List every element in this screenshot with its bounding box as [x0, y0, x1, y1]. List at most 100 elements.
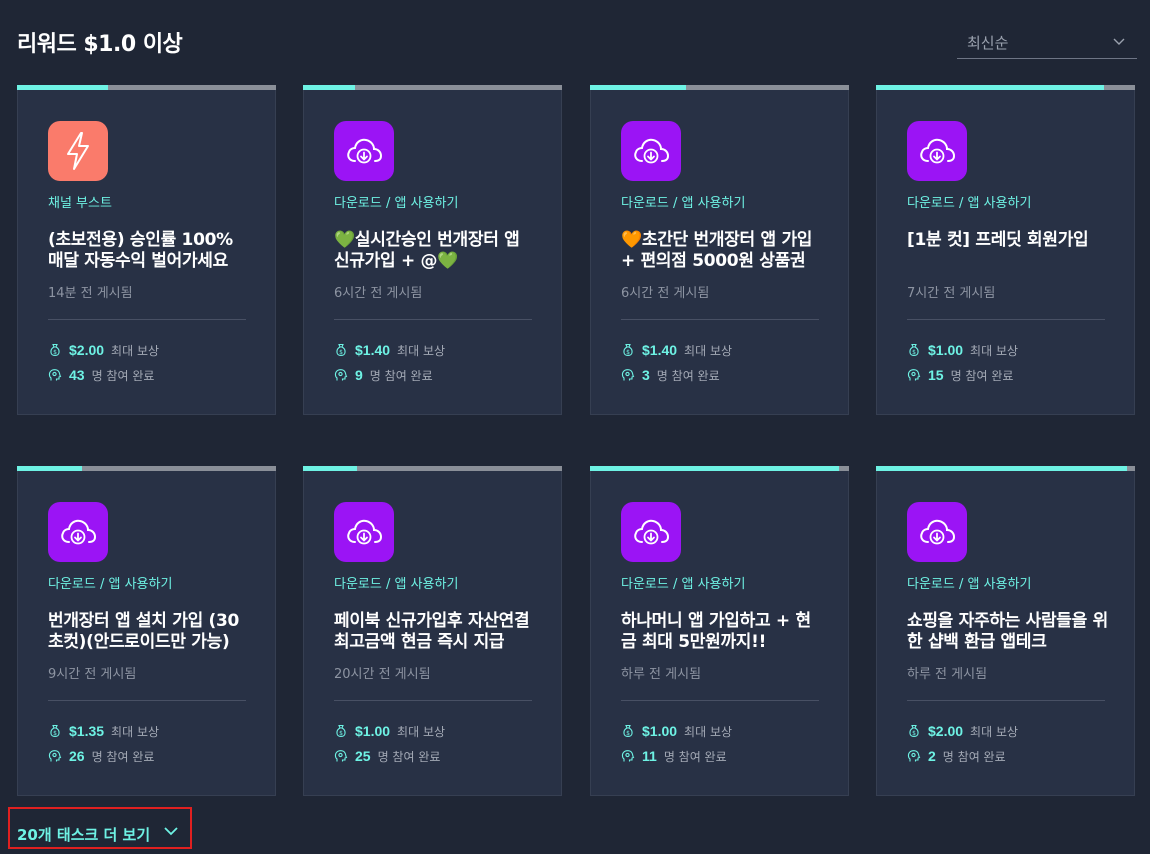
posted-time: 6시간 전 게시됨	[621, 286, 710, 301]
participants-row: 2 명 참여 완료	[907, 747, 1006, 765]
task-category: 채널 부스트	[48, 196, 112, 211]
progress-bar	[17, 85, 276, 90]
cloud-download-icon	[347, 138, 383, 164]
task-category: 다운로드 / 앱 사용하기	[334, 577, 459, 592]
reward-value: $2.00	[928, 723, 964, 739]
task-card[interactable]: 다운로드 / 앱 사용하기 번개장터 앱 설치 가입 (30초컷)(안드로이드만…	[17, 466, 276, 796]
head-gear-icon	[621, 369, 635, 381]
participants-row: 15 명 참여 완료	[907, 366, 1013, 384]
money-bag-icon: $	[50, 343, 60, 357]
participants-row: 26 명 참여 완료	[48, 747, 154, 765]
cloud-download-icon	[920, 519, 956, 545]
progress-fill	[876, 85, 1104, 90]
participants-label: 명 참여 완료	[91, 368, 155, 383]
task-card[interactable]: 채널 부스트 (초보전용) 승인률 100% 매달 자동수익 벌어가세요 14분…	[17, 85, 276, 415]
progress-bar	[303, 466, 562, 471]
cloud-download-icon	[347, 519, 383, 545]
reward-value: $1.00	[642, 723, 678, 739]
divider	[621, 700, 819, 701]
load-more-label: 20개 태스크 더 보기	[17, 826, 151, 844]
svg-text:$: $	[339, 349, 343, 356]
cloud-download-icon	[920, 138, 956, 164]
reward-label: 최대 보상	[397, 343, 446, 358]
cloud-download-icon	[61, 519, 97, 545]
money-bag-icon: $	[336, 343, 346, 357]
posted-time: 9시간 전 게시됨	[48, 667, 137, 682]
task-card[interactable]: 다운로드 / 앱 사용하기 [1분 컷] 프레딧 회원가입 7시간 전 게시됨 …	[876, 85, 1135, 415]
svg-text:$: $	[53, 730, 57, 737]
participants-value: 2	[928, 748, 936, 764]
progress-fill	[303, 85, 355, 90]
chevron-down-icon	[164, 827, 178, 836]
participants-label: 명 참여 완료	[950, 368, 1014, 383]
reward-label: 최대 보상	[111, 724, 160, 739]
task-card[interactable]: 다운로드 / 앱 사용하기 페이북 신규가입후 자산연결 최고금액 현금 즉시 …	[303, 466, 562, 796]
money-bag-icon: $	[909, 343, 919, 357]
task-title: 번개장터 앱 설치 가입 (30초컷)(안드로이드만 가능)	[48, 611, 240, 652]
participants-value: 25	[355, 748, 371, 764]
progress-fill	[590, 466, 839, 471]
head-gear-icon	[907, 750, 921, 762]
posted-time: 7시간 전 게시됨	[907, 286, 996, 301]
divider	[621, 319, 819, 320]
reward-row: $ $1.00 최대 보상	[334, 722, 445, 740]
head-gear-icon	[334, 750, 348, 762]
task-title: [1분 컷] 프레딧 회원가입	[907, 230, 1089, 250]
progress-bar	[590, 466, 849, 471]
task-card[interactable]: 다운로드 / 앱 사용하기 쇼핑을 자주하는 사람들을 위한 샵백 환급 앱테크…	[876, 466, 1135, 796]
task-title: 페이북 신규가입후 자산연결 최고금액 현금 즉시 지급	[334, 611, 530, 652]
reward-value: $1.40	[355, 342, 391, 358]
chevron-down-icon	[1113, 38, 1125, 45]
participants-row: 43 명 참여 완료	[48, 366, 154, 384]
progress-fill	[876, 466, 1128, 471]
cloud-download-icon	[634, 138, 670, 164]
participants-label: 명 참여 완료	[656, 368, 720, 383]
task-card[interactable]: 다운로드 / 앱 사용하기 하나머니 앱 가입하고 + 현금 최대 5만원까지!…	[590, 466, 849, 796]
head-gear-icon	[48, 750, 62, 762]
progress-fill	[303, 466, 358, 471]
participants-row: 9 명 참여 완료	[334, 366, 433, 384]
posted-time: 20시간 전 게시됨	[334, 667, 431, 682]
sort-dropdown[interactable]: 최신순	[957, 26, 1137, 59]
money-bag-icon: $	[909, 724, 919, 738]
reward-row: $ $1.40 최대 보상	[334, 341, 445, 359]
cloud-download-icon	[634, 519, 670, 545]
divider	[907, 700, 1105, 701]
svg-text:$: $	[626, 349, 630, 356]
reward-label: 최대 보상	[970, 343, 1019, 358]
task-title: 하나머니 앱 가입하고 + 현금 최대 5만원까지!!	[621, 611, 811, 652]
reward-value: $1.00	[355, 723, 391, 739]
divider	[334, 319, 532, 320]
task-card[interactable]: 다운로드 / 앱 사용하기 🧡초간단 번개장터 앱 가입 + 편의점 5000원…	[590, 85, 849, 415]
participants-value: 43	[69, 367, 85, 383]
participants-row: 11 명 참여 완료	[621, 747, 727, 765]
task-title: 쇼핑을 자주하는 사람들을 위한 샵백 환급 앱테크	[907, 611, 1108, 652]
task-category: 다운로드 / 앱 사용하기	[907, 196, 1032, 211]
posted-time: 6시간 전 게시됨	[334, 286, 423, 301]
head-gear-icon	[907, 369, 921, 381]
progress-bar	[590, 85, 849, 90]
page-title: 리워드 $1.0 이상	[17, 32, 183, 57]
reward-row: $ $1.00 최대 보상	[907, 341, 1018, 359]
participants-label: 명 참여 완료	[663, 749, 727, 764]
task-card[interactable]: 다운로드 / 앱 사용하기 💚실시간승인 번개장터 앱 신규가입 + @💚 6시…	[303, 85, 562, 415]
task-icon	[907, 502, 967, 562]
reward-value: $1.40	[642, 342, 678, 358]
posted-time: 하루 전 게시됨	[621, 667, 702, 682]
task-icon	[48, 502, 108, 562]
svg-text:$: $	[626, 730, 630, 737]
load-more-button[interactable]: 20개 태스크 더 보기	[8, 807, 192, 849]
task-icon	[907, 121, 967, 181]
divider	[48, 700, 246, 701]
participants-value: 3	[642, 367, 650, 383]
progress-bar	[303, 85, 562, 90]
participants-label: 명 참여 완료	[377, 749, 441, 764]
reward-row: $ $2.00 최대 보상	[907, 722, 1018, 740]
task-icon	[621, 121, 681, 181]
task-icon	[334, 502, 394, 562]
progress-fill	[17, 466, 82, 471]
svg-text:$: $	[339, 730, 343, 737]
reward-label: 최대 보상	[111, 343, 160, 358]
participants-value: 15	[928, 367, 944, 383]
task-title: (초보전용) 승인률 100% 매달 자동수익 벌어가세요	[48, 230, 233, 271]
